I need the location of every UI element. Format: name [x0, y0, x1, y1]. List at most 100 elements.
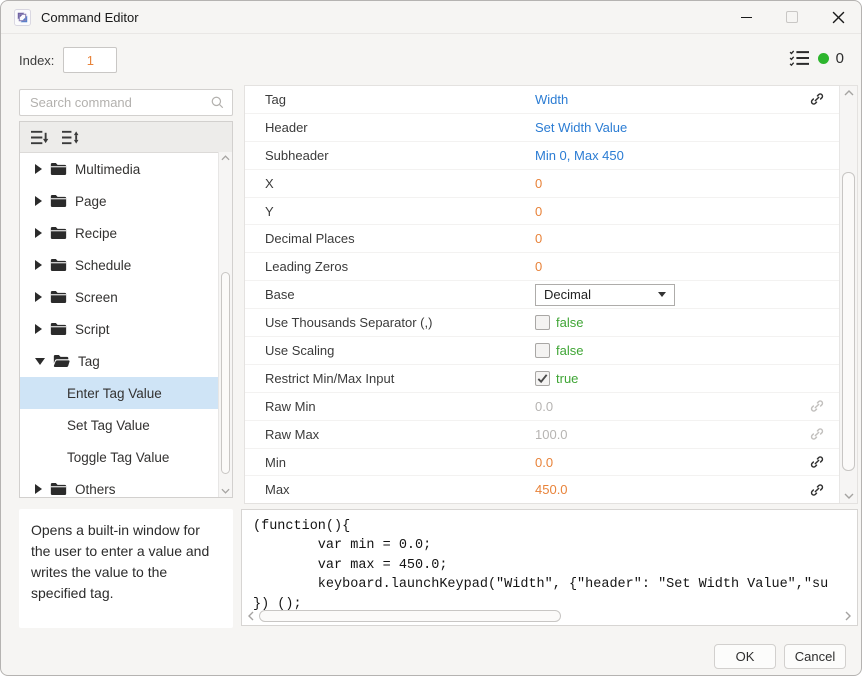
scroll-up-icon[interactable]: [840, 90, 857, 96]
hscroll-track[interactable]: [257, 609, 842, 622]
property-scrollbar[interactable]: [839, 86, 857, 503]
property-row-use-thousands-separator: Use Thousands Separator (,)false: [245, 309, 840, 337]
tree-item-screen[interactable]: Screen: [20, 281, 219, 313]
link-icon[interactable]: [809, 91, 825, 107]
tree-item-multimedia[interactable]: Multimedia: [20, 153, 219, 185]
use-thousands-separator-checkbox[interactable]: [535, 315, 550, 330]
caret-right-icon[interactable]: [35, 324, 42, 334]
property-value[interactable]: 100.0: [535, 427, 568, 442]
tree-item-schedule[interactable]: Schedule: [20, 249, 219, 281]
property-value[interactable]: 0: [535, 204, 542, 219]
property-row-use-scaling: Use Scalingfalse: [245, 337, 840, 365]
property-label: Use Scaling: [245, 343, 535, 358]
tree-item-label: Tag: [78, 354, 100, 369]
collapse-all-icon[interactable]: [30, 129, 49, 146]
tree-item-page[interactable]: Page: [20, 185, 219, 217]
property-value[interactable]: 0: [535, 231, 542, 246]
folder-icon: [50, 194, 67, 208]
property-row-restrict-min-max-input: Restrict Min/Max Inputtrue: [245, 365, 840, 393]
tree-item-label: Page: [75, 194, 107, 209]
property-label: Y: [245, 204, 535, 219]
caret-right-icon[interactable]: [35, 228, 42, 238]
caret-down-icon[interactable]: [35, 358, 45, 365]
property-value[interactable]: Set Width Value: [535, 120, 627, 135]
close-button[interactable]: [815, 1, 861, 33]
tree-item-others[interactable]: Others: [20, 473, 219, 498]
property-row-max: Max450.0: [245, 476, 840, 504]
expand-all-icon[interactable]: [61, 129, 80, 146]
tree-item-label: Others: [75, 482, 116, 497]
property-label: Header: [245, 120, 535, 135]
tree-item-recipe[interactable]: Recipe: [20, 217, 219, 249]
link-icon[interactable]: [809, 426, 825, 442]
code-line: var min = 0.0;: [253, 536, 857, 555]
property-value[interactable]: 0: [535, 259, 542, 274]
property-value[interactable]: Min 0, Max 450: [535, 148, 624, 163]
cancel-button[interactable]: Cancel: [784, 644, 846, 669]
caret-right-icon[interactable]: [35, 164, 42, 174]
minimize-button[interactable]: [723, 1, 769, 33]
tree-item-tag[interactable]: Tag: [20, 345, 219, 377]
code-line: (function(){: [253, 517, 857, 536]
maximize-button: [769, 1, 815, 33]
property-value[interactable]: 450.0: [535, 482, 568, 497]
link-icon[interactable]: [809, 482, 825, 498]
scroll-down-icon[interactable]: [840, 493, 857, 499]
property-value[interactable]: Width: [535, 92, 568, 107]
caret-right-icon[interactable]: [35, 484, 42, 494]
command-description: Opens a built-in window for the user to …: [31, 520, 221, 604]
property-value[interactable]: 0.0: [535, 455, 553, 470]
property-row-raw-max: Raw Max100.0: [245, 421, 840, 449]
restrict-min-max-input-checkbox[interactable]: [535, 371, 550, 386]
link-icon[interactable]: [809, 398, 825, 414]
use-scaling-checkbox[interactable]: [535, 343, 550, 358]
folder-icon: [50, 322, 67, 336]
checklist-icon[interactable]: [789, 49, 811, 67]
index-input[interactable]: [63, 47, 117, 73]
search-box: [19, 89, 233, 116]
code-hscrollbar[interactable]: [245, 609, 854, 622]
scroll-left-icon[interactable]: [245, 611, 257, 621]
scroll-up-icon[interactable]: [219, 155, 232, 161]
code-line: var max = 450.0;: [253, 556, 857, 575]
tree-item-set-tag-value[interactable]: Set Tag Value: [20, 409, 219, 441]
index-label: Index:: [19, 53, 54, 68]
tree-scroll-thumb[interactable]: [221, 272, 230, 474]
status-count: 0: [836, 50, 844, 67]
property-scroll-thumb[interactable]: [842, 172, 855, 471]
property-label: Tag: [245, 92, 535, 107]
index-row: Index:: [19, 46, 117, 74]
search-input[interactable]: [20, 95, 210, 110]
property-row-x: X0: [245, 170, 840, 198]
link-icon[interactable]: [809, 454, 825, 470]
tree-item-label: Schedule: [75, 258, 131, 273]
tree-item-enter-tag-value[interactable]: Enter Tag Value: [20, 377, 219, 409]
property-row-subheader: SubheaderMin 0, Max 450: [245, 142, 840, 170]
command-tree-panel: Multimedia Page Recipe Schedule Screen Script…: [19, 121, 233, 498]
caret-right-icon[interactable]: [35, 292, 42, 302]
caret-right-icon[interactable]: [35, 196, 42, 206]
maximize-icon: [786, 11, 798, 23]
scroll-right-icon[interactable]: [842, 611, 854, 621]
close-icon: [832, 11, 845, 24]
code-hscroll-thumb[interactable]: [259, 610, 561, 622]
property-value[interactable]: 0: [535, 176, 542, 191]
base-dropdown[interactable]: Decimal: [535, 284, 675, 306]
property-row-min: Min0.0: [245, 449, 840, 477]
tree-item-toggle-tag-value[interactable]: Toggle Tag Value: [20, 441, 219, 473]
dropdown-selected-value: Decimal: [544, 287, 658, 302]
folder-icon: [50, 258, 67, 272]
caret-right-icon[interactable]: [35, 260, 42, 270]
status-group: 0: [789, 49, 844, 67]
tree-item-script[interactable]: Script: [20, 313, 219, 345]
tree-scrollbar[interactable]: [218, 152, 232, 497]
tree-item-label: Script: [75, 322, 110, 337]
folder-icon: [50, 482, 67, 496]
generated-code[interactable]: (function(){ var min = 0.0; var max = 45…: [242, 510, 857, 614]
property-value[interactable]: 0.0: [535, 399, 553, 414]
property-rows: TagWidthHeaderSet Width Value SubheaderMi…: [245, 86, 840, 504]
scroll-down-icon[interactable]: [219, 488, 232, 494]
status-dot-icon: [818, 53, 829, 64]
property-label: Restrict Min/Max Input: [245, 371, 535, 386]
ok-button[interactable]: OK: [714, 644, 776, 669]
